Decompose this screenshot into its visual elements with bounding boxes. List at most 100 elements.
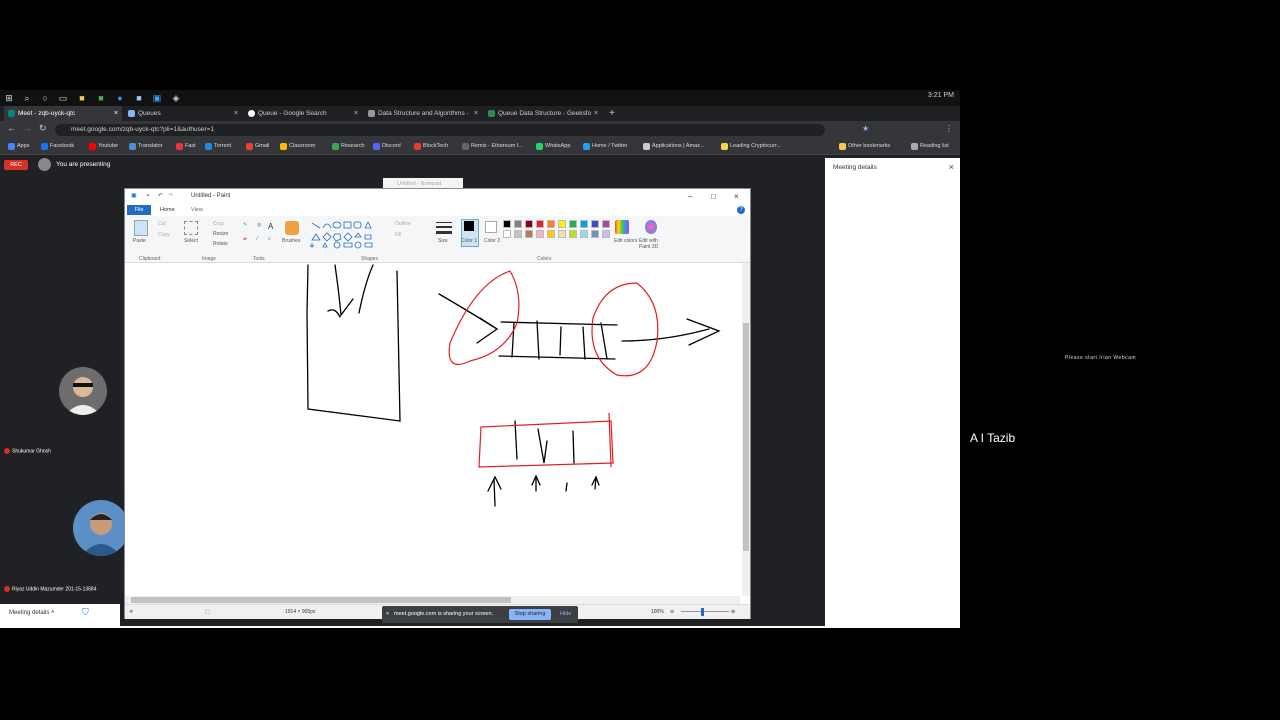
paste-icon[interactable] — [134, 220, 148, 236]
zoom-slider-thumb[interactable] — [701, 608, 704, 616]
drawing-canvas[interactable] — [125, 263, 740, 596]
palette-swatch[interactable] — [591, 230, 599, 238]
bookmark-item[interactable]: Classroom — [280, 139, 315, 154]
palette-swatch[interactable] — [547, 230, 555, 238]
magnifier-icon[interactable]: ⌕ — [268, 236, 271, 242]
bookmark-item[interactable]: Translator — [129, 139, 163, 154]
fill-dropdown[interactable]: Fill — [395, 232, 401, 238]
resize-button[interactable]: Resize — [213, 231, 228, 237]
outline-dropdown[interactable]: Outline — [395, 221, 411, 227]
cortana-icon[interactable]: ○ — [40, 93, 50, 103]
tab-meet[interactable]: Meet - zqb-uyck-qtc × — [4, 106, 122, 121]
palette-swatch[interactable] — [602, 230, 610, 238]
palette-swatch[interactable] — [558, 220, 566, 228]
minimize-icon[interactable]: – — [688, 189, 692, 204]
rotate-button[interactable]: Rotate — [213, 241, 228, 247]
file-explorer-icon[interactable]: ■ — [77, 93, 87, 103]
palette-swatch[interactable] — [591, 220, 599, 228]
close-icon[interactable]: × — [354, 106, 358, 121]
save-icon[interactable]: ▪ — [147, 189, 149, 204]
close-icon[interactable]: × — [474, 106, 478, 121]
scroll-thumb[interactable] — [131, 597, 511, 603]
zoom-in-icon[interactable]: ⊕ — [731, 605, 735, 619]
close-icon[interactable]: × — [594, 106, 598, 121]
search-icon[interactable]: ⌕ — [22, 93, 32, 103]
edit-colors-button[interactable]: Edit colors — [614, 238, 637, 244]
size-button[interactable]: Size — [438, 238, 448, 244]
palette-swatch[interactable] — [525, 220, 533, 228]
edit-paint3d-button[interactable]: Edit with Paint 3D — [639, 238, 669, 250]
tab-dsa[interactable]: Data Structure and Algorithms - × — [364, 106, 482, 121]
tab-home[interactable]: Home — [160, 207, 175, 213]
copy-button[interactable]: Copy — [158, 232, 170, 238]
undo-icon[interactable]: ↶ — [158, 189, 163, 204]
bookmark-item[interactable]: Discord — [373, 139, 401, 154]
bookmark-item[interactable]: Apps — [8, 139, 30, 154]
hide-button[interactable]: Hide — [560, 606, 571, 623]
tab-queues[interactable]: Queues × — [124, 106, 242, 121]
reload-icon[interactable]: ↻ — [39, 123, 47, 134]
palette-swatch[interactable] — [525, 230, 533, 238]
zoom-slider[interactable] — [681, 611, 729, 612]
palette-swatch[interactable] — [503, 230, 511, 238]
photoshop-icon[interactable]: ▣ — [152, 93, 162, 103]
tab-google-search[interactable]: Queue - Google Search × — [244, 106, 362, 121]
tab-geeksforgeeks[interactable]: Queue Data Structure - Geeksfo × — [484, 106, 602, 121]
color2-swatch[interactable] — [485, 221, 497, 233]
close-icon[interactable]: × — [234, 106, 238, 121]
redo-icon[interactable]: ↷ — [168, 189, 173, 204]
shapes-gallery[interactable] — [309, 220, 399, 250]
bookmark-item[interactable]: Fast — [176, 139, 196, 154]
star-icon[interactable]: ★ — [862, 124, 869, 133]
palette-swatch[interactable] — [580, 220, 588, 228]
tab-file[interactable]: File — [127, 205, 151, 215]
pencil-icon[interactable]: ✎ — [243, 222, 247, 228]
eraser-icon[interactable]: ▰ — [243, 236, 247, 242]
task-view-icon[interactable]: ▭ — [58, 93, 68, 103]
bookmark-item[interactable]: Torrent — [205, 139, 231, 154]
palette-swatch[interactable] — [580, 230, 588, 238]
palette-swatch[interactable] — [503, 220, 511, 228]
stop-sharing-button[interactable]: Stop sharing — [509, 609, 551, 620]
palette-swatch[interactable] — [569, 230, 577, 238]
paste-button[interactable]: Paste — [133, 238, 146, 244]
bookmark-item[interactable]: Facebook — [41, 139, 74, 154]
select-icon[interactable] — [184, 221, 198, 235]
bookmark-item[interactable]: Applications | Amaz... — [643, 139, 704, 154]
bookmark-item[interactable]: WhatsApp — [536, 139, 570, 154]
bookmark-item[interactable]: Leading Cryptocurr... — [721, 139, 781, 154]
windows-start-icon[interactable]: ⊞ — [4, 93, 14, 103]
paint-icon[interactable]: ◈ — [171, 93, 181, 103]
close-icon[interactable]: × — [949, 162, 954, 172]
palette-swatch[interactable] — [514, 220, 522, 228]
horizontal-scrollbar[interactable] — [125, 596, 740, 604]
bookmark-item[interactable]: Other bookmarks — [839, 139, 890, 154]
bookmark-item[interactable]: Home / Twitter — [583, 139, 627, 154]
size-icon[interactable] — [436, 222, 452, 234]
color-picker-icon[interactable]: ⁄ — [257, 236, 258, 242]
palette-swatch[interactable] — [536, 220, 544, 228]
brush-icon[interactable] — [285, 221, 299, 235]
app-icon[interactable]: ■ — [96, 93, 106, 103]
palette-swatch[interactable] — [547, 220, 555, 228]
bookmark-item[interactable]: Youtube — [89, 139, 118, 154]
vertical-scrollbar[interactable] — [742, 263, 750, 596]
forward-icon[interactable]: → — [23, 123, 32, 133]
bookmark-item[interactable]: Remix - Ethereum I... — [462, 139, 523, 154]
new-tab-icon[interactable]: + — [609, 106, 615, 121]
zoom-out-icon[interactable]: ⊖ — [670, 605, 674, 619]
paint3d-icon[interactable] — [645, 220, 657, 234]
palette-swatch[interactable] — [569, 220, 577, 228]
bookmark-item[interactable]: Reading list — [911, 139, 949, 154]
menu-icon[interactable]: ⋮ — [945, 124, 953, 133]
shield-icon[interactable]: ⛉ — [82, 607, 89, 618]
cut-button[interactable]: Cut — [158, 221, 166, 227]
maximize-icon[interactable]: □ — [711, 189, 716, 204]
close-icon[interactable]: × — [114, 106, 118, 121]
scroll-thumb[interactable] — [743, 323, 749, 551]
edit-colors-icon[interactable] — [615, 220, 629, 234]
back-icon[interactable]: ← — [7, 123, 16, 133]
crop-button[interactable]: Crop — [213, 221, 224, 227]
text-icon[interactable]: A — [268, 222, 273, 231]
fill-icon[interactable]: ◍ — [257, 222, 261, 228]
